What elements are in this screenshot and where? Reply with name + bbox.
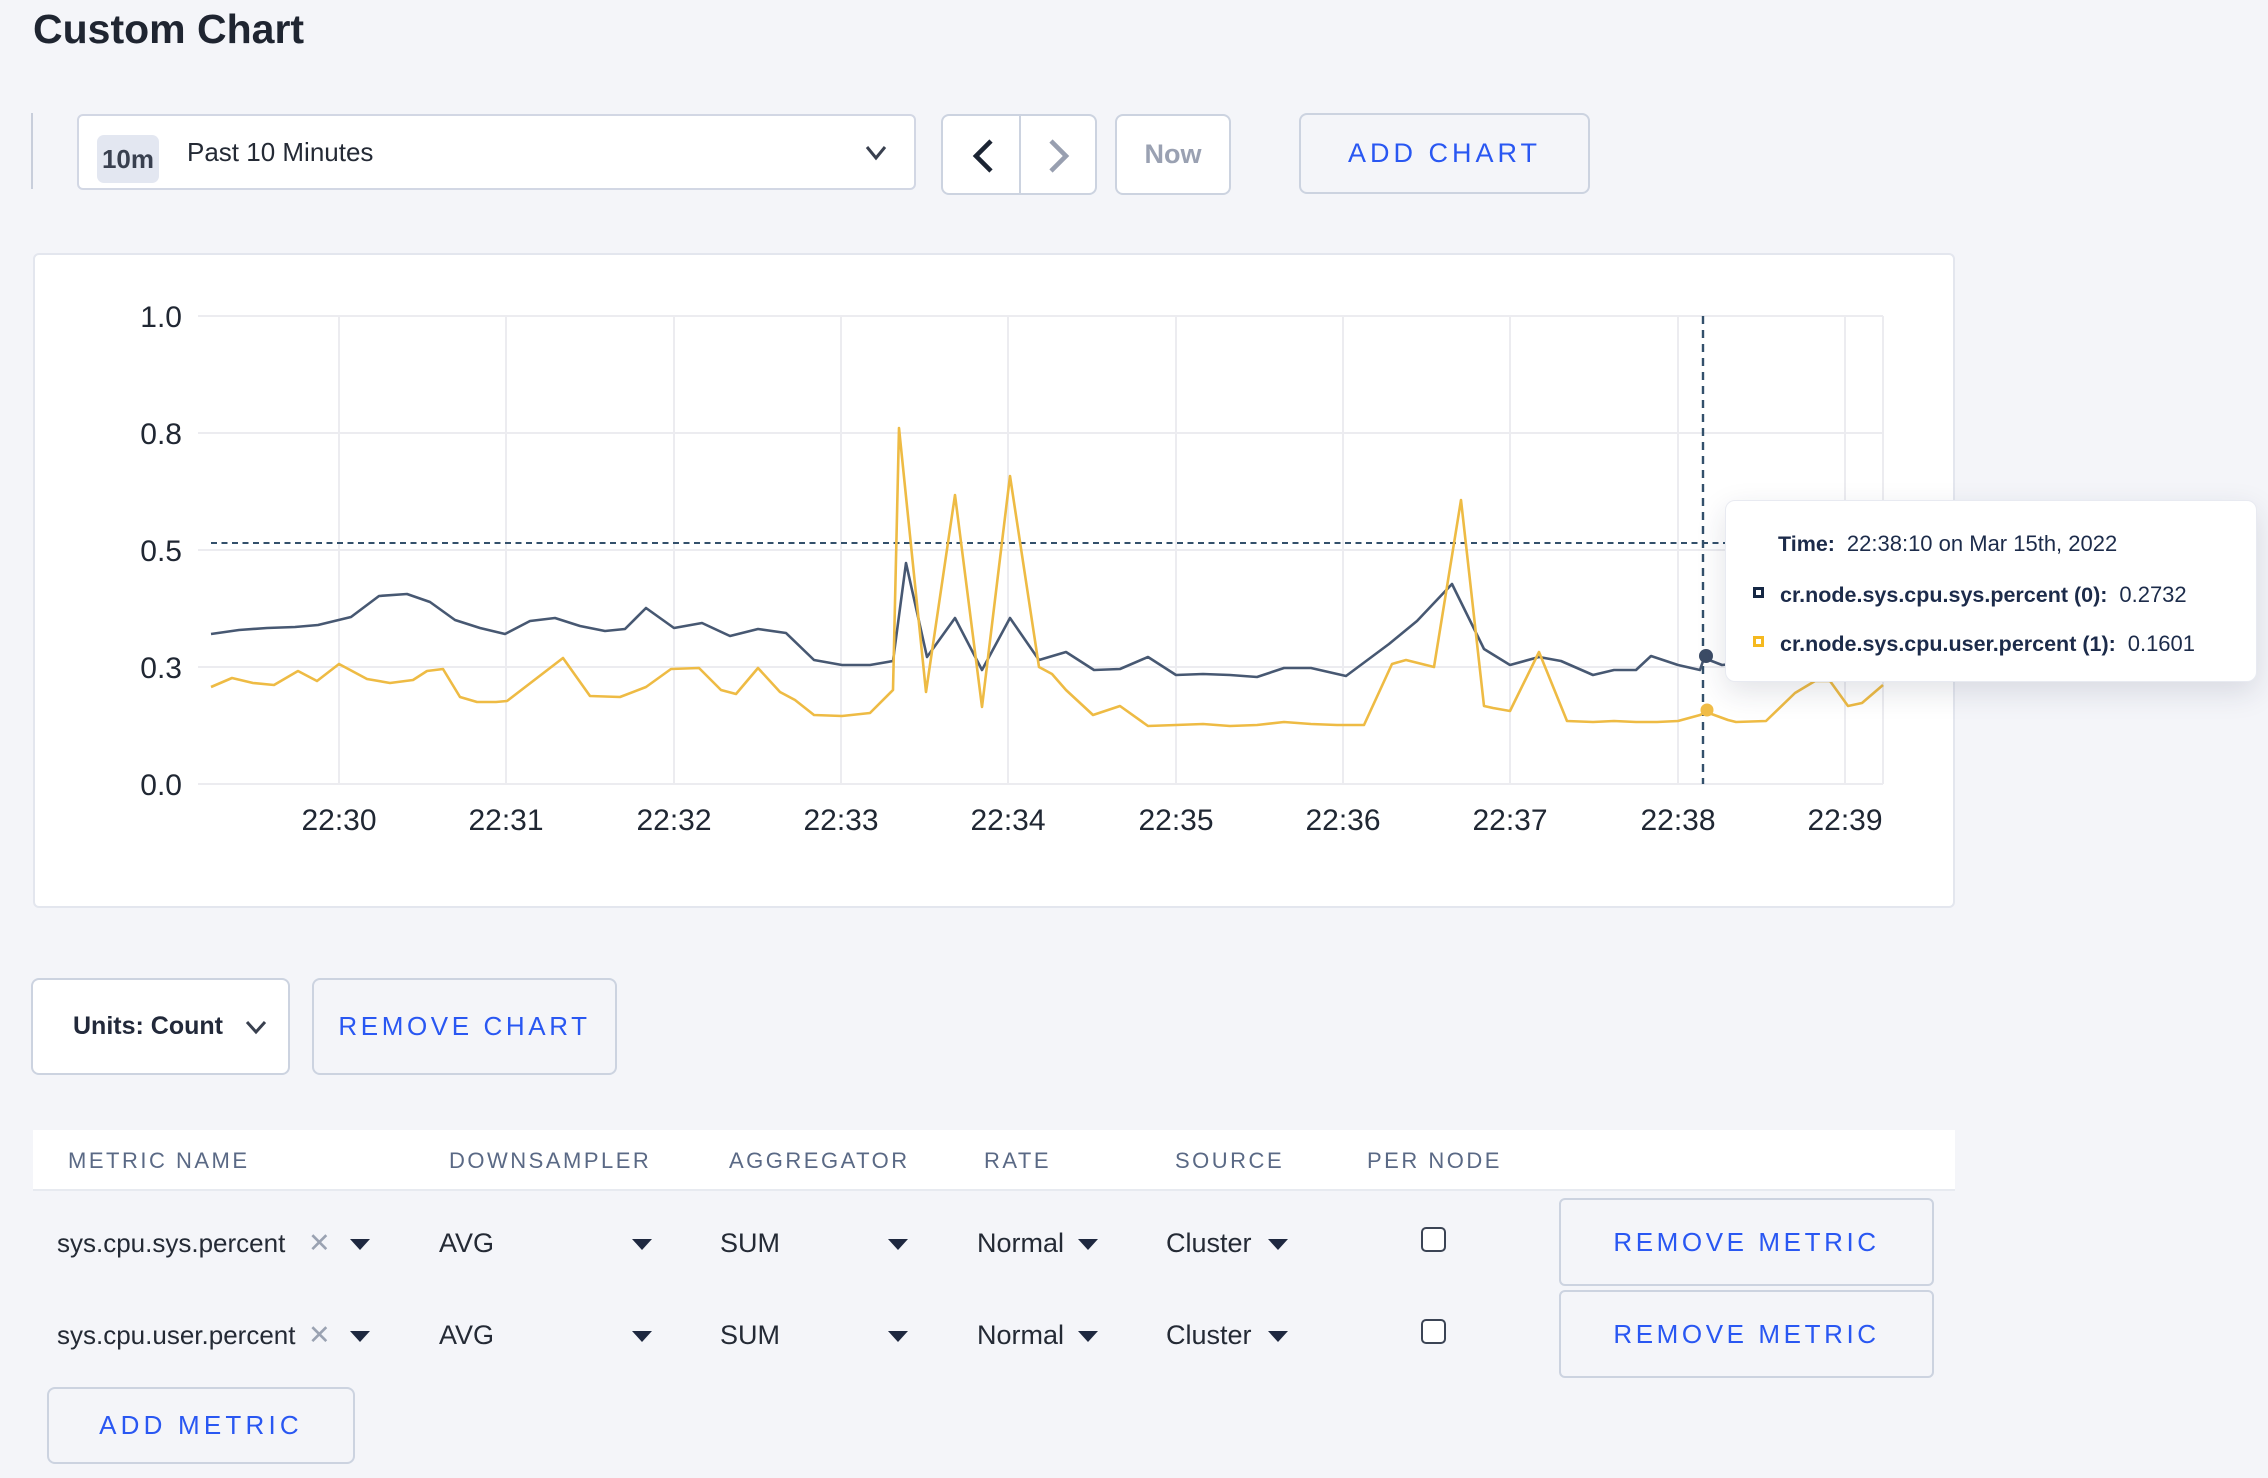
svg-text:22:34: 22:34 bbox=[970, 804, 1045, 837]
svg-text:22:30: 22:30 bbox=[301, 804, 376, 837]
svg-text:22:35: 22:35 bbox=[1138, 804, 1213, 837]
svg-text:22:31: 22:31 bbox=[468, 804, 543, 837]
svg-text:22:32: 22:32 bbox=[636, 804, 711, 837]
svg-text:0.5: 0.5 bbox=[140, 535, 182, 568]
svg-text:1.0: 1.0 bbox=[140, 301, 182, 334]
svg-text:22:36: 22:36 bbox=[1305, 804, 1380, 837]
svg-text:22:39: 22:39 bbox=[1807, 804, 1882, 837]
svg-text:0.3: 0.3 bbox=[140, 652, 182, 685]
svg-text:0.8: 0.8 bbox=[140, 418, 182, 451]
svg-text:22:33: 22:33 bbox=[803, 804, 878, 837]
svg-text:22:37: 22:37 bbox=[1472, 804, 1547, 837]
svg-text:22:38: 22:38 bbox=[1640, 804, 1715, 837]
svg-text:0.0: 0.0 bbox=[140, 769, 182, 802]
